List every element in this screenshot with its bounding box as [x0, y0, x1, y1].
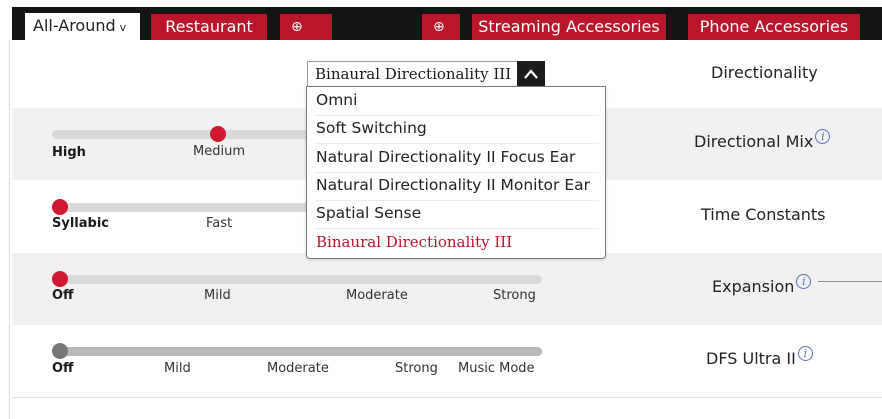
tab-restaurant-label: Restaurant	[165, 17, 253, 36]
tab-streaming-label: Streaming Accessories	[478, 17, 660, 36]
time-constants-stop-fast: Fast	[206, 216, 233, 231]
dfs-stop-mild: Mild	[164, 361, 191, 376]
directionality-dropdown[interactable]: Binaural Directionality III	[307, 61, 545, 87]
dfs-slider-track[interactable]	[52, 347, 542, 356]
info-icon[interactable]: i	[796, 274, 812, 289]
directionality-options-list: Omni Soft Switching Natural Directionali…	[306, 86, 606, 259]
add-program-button-2[interactable]: ⊕	[422, 14, 460, 40]
expansion-slider-track[interactable]	[52, 275, 542, 284]
chevron-down-icon[interactable]: v	[120, 21, 127, 34]
option-omni[interactable]: Omni	[316, 91, 357, 109]
directionality-label: Directionality	[711, 63, 818, 82]
directionality-dropdown-value: Binaural Directionality III	[315, 65, 512, 83]
directional-mix-slider-knob[interactable]	[210, 126, 226, 142]
row-divider	[12, 397, 882, 398]
info-icon[interactable]: i	[797, 346, 813, 361]
dropdown-toggle-button[interactable]	[517, 61, 545, 87]
dfs-stop-music-mode: Music Mode	[458, 361, 535, 376]
dfs-ultra-label: DFS Ultra II i	[706, 346, 813, 368]
expansion-stop-mild: Mild	[204, 288, 231, 303]
dfs-stop-strong: Strong	[395, 361, 438, 376]
time-constants-slider-knob[interactable]	[52, 199, 68, 215]
time-constants-stop-syllabic: Syllabic	[52, 216, 109, 231]
chevron-up-icon	[524, 69, 538, 79]
expansion-slider-knob[interactable]	[52, 271, 68, 287]
tab-all-around-label: All-Around	[33, 16, 116, 35]
directional-mix-stop-medium: Medium	[193, 144, 245, 159]
fitting-software-window: All-Around v Restaurant ⊕ ⊕ Streaming Acc…	[0, 0, 882, 419]
expansion-stop-off: Off	[52, 288, 74, 303]
option-divider	[315, 228, 599, 229]
option-divider	[315, 115, 599, 116]
add-circle-icon: ⊕	[433, 19, 445, 35]
panel-left-border	[9, 40, 10, 419]
option-divider	[315, 172, 599, 173]
option-soft-switching[interactable]: Soft Switching	[316, 119, 427, 137]
dfs-slider-knob[interactable]	[52, 343, 68, 359]
expansion-stop-moderate: Moderate	[346, 288, 408, 303]
expansion-label: Expansion i	[712, 274, 812, 296]
add-program-button-1[interactable]: ⊕	[280, 14, 332, 40]
tab-phone-label: Phone Accessories	[699, 17, 849, 36]
expansion-connector-line	[818, 281, 882, 282]
add-circle-icon: ⊕	[291, 19, 303, 35]
dfs-stop-off: Off	[52, 361, 74, 376]
tab-restaurant[interactable]: Restaurant	[151, 14, 267, 40]
option-spatial-sense[interactable]: Spatial Sense	[316, 204, 421, 222]
program-tab-bar: All-Around v Restaurant ⊕ ⊕ Streaming Acc…	[0, 0, 882, 40]
dfs-stop-moderate: Moderate	[267, 361, 329, 376]
option-natural-directionality-monitor-ear[interactable]: Natural Directionality II Monitor Ear	[316, 176, 590, 194]
info-icon[interactable]: i	[815, 129, 831, 144]
tab-phone-accessories[interactable]: Phone Accessories	[688, 14, 860, 40]
directional-mix-stop-high: High	[52, 145, 86, 160]
option-divider	[315, 143, 599, 144]
time-constants-slider-track[interactable]	[52, 203, 312, 212]
directional-mix-slider-track[interactable]	[52, 130, 312, 139]
time-constants-label: Time Constants	[701, 205, 826, 224]
expansion-stop-strong: Strong	[493, 288, 536, 303]
option-binaural-directionality-selected[interactable]: Binaural Directionality III	[316, 233, 512, 251]
option-natural-directionality-focus-ear[interactable]: Natural Directionality II Focus Ear	[316, 148, 575, 166]
directional-mix-label: Directional Mix i	[694, 129, 831, 151]
option-divider	[315, 200, 599, 201]
tab-all-around[interactable]: All-Around v	[25, 13, 140, 40]
tab-streaming-accessories[interactable]: Streaming Accessories	[472, 14, 666, 40]
